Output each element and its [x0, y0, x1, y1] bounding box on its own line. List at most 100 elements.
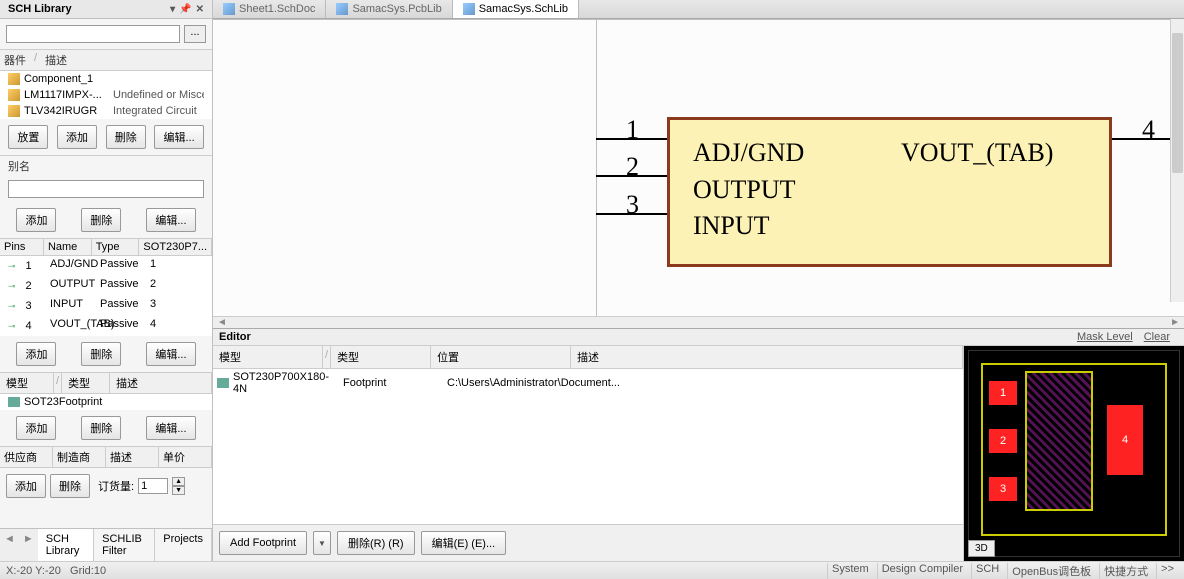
doc-tab-schlib[interactable]: SamacSys.SchLib [453, 0, 579, 18]
pad: 1 [989, 381, 1017, 405]
col-supdesc[interactable]: 描述 [106, 447, 159, 467]
tab-schlib-filter[interactable]: SCHLIB Filter [94, 529, 155, 561]
tab-sch-library[interactable]: SCH Library [38, 529, 94, 561]
tab-projects[interactable]: Projects [155, 529, 212, 561]
pin-add-button[interactable]: 添加 [16, 342, 56, 366]
editor-title: Editor [219, 331, 251, 343]
component-row[interactable]: Component_1 [0, 71, 212, 87]
supplier-add-button[interactable]: 添加 [6, 474, 46, 498]
col-pins[interactable]: Pins [0, 239, 44, 255]
col-component[interactable]: 器件 [4, 52, 26, 68]
editor-delete-button[interactable]: 删除(R) (R) [337, 531, 415, 555]
footprint-icon [217, 378, 229, 388]
col-model[interactable]: 模型 [0, 373, 54, 393]
order-qty-input[interactable] [138, 478, 168, 494]
col-name[interactable]: Name [44, 239, 92, 255]
schematic-canvas[interactable]: 1 ADJ/GND 2 OUTPUT 3 INPUT 4 VOUT_(TAB) [213, 19, 1184, 316]
model-add-button[interactable]: 添加 [16, 416, 56, 440]
hscroll-right-icon[interactable]: ► [1170, 317, 1180, 328]
pin-edit-button[interactable]: 编辑... [146, 342, 195, 366]
board-outline: 1 2 3 4 [981, 363, 1167, 536]
col-type[interactable]: Type [92, 239, 140, 255]
add-button[interactable]: 添加 [57, 125, 97, 149]
pin-row[interactable]: ⊸3INPUTPassive3 [0, 296, 212, 316]
pin-label: INPUT [693, 211, 770, 241]
pin-row[interactable]: ⊸4VOUT_(TAB)Passive4 [0, 316, 212, 336]
hscroll-left-icon[interactable]: ◄ [217, 317, 227, 328]
vertical-scrollbar[interactable] [1170, 19, 1184, 302]
pin-icon: ⊸ [4, 279, 20, 294]
qty-up-icon[interactable]: ▲ [172, 477, 185, 486]
editor-model-row[interactable]: SOT230P700X180-4N Footprint C:\Users\Adm… [213, 369, 963, 397]
doc-tab-pcblib[interactable]: SamacSys.PcbLib [326, 0, 452, 18]
sidebar-tabs: ◄ ► SCH Library SCHLIB Filter Projects [0, 528, 212, 561]
pin-icon: ⊸ [4, 259, 20, 274]
col-price[interactable]: 单价 [159, 447, 212, 467]
mask-level-link[interactable]: Mask Level [1077, 331, 1133, 343]
panel-title-bar: SCH Library ▾ 📌 ✕ [0, 0, 212, 19]
vertical-thumb[interactable] [1172, 33, 1183, 173]
model-delete-button[interactable]: 删除 [81, 416, 121, 440]
add-footprint-dropdown[interactable]: ▼ [313, 531, 331, 555]
document-tabs: Sheet1.SchDoc SamacSys.PcbLib SamacSys.S… [213, 0, 1184, 19]
alias-delete-button[interactable]: 删除 [81, 208, 121, 232]
qty-down-icon[interactable]: ▼ [172, 486, 185, 495]
panel-dropdown-icon[interactable]: ▾ [170, 4, 175, 15]
status-openbus[interactable]: OpenBus调色板 [1007, 563, 1095, 579]
pad: 2 [989, 429, 1017, 453]
col-package[interactable]: SOT230P7... [139, 239, 212, 255]
alias-add-button[interactable]: 添加 [16, 208, 56, 232]
editor-edit-button[interactable]: 编辑(E) (E)... [421, 531, 507, 555]
pin-number: 1 [626, 115, 639, 145]
tab-scroll-left-icon[interactable]: ◄ [0, 529, 19, 561]
pin-number: 2 [626, 152, 639, 182]
status-more[interactable]: >> [1156, 563, 1178, 579]
pin-row[interactable]: ⊸1ADJ/GNDPassive1 [0, 256, 212, 276]
col-ed-location[interactable]: 位置 [431, 346, 571, 368]
pin-delete-button[interactable]: 删除 [81, 342, 121, 366]
model-row[interactable]: SOT23Footprint [0, 394, 212, 410]
col-modeltype[interactable]: 类型 [62, 373, 110, 393]
pin-icon: ⊸ [4, 299, 20, 314]
component-search-input[interactable] [6, 25, 180, 43]
delete-button[interactable]: 删除 [106, 125, 146, 149]
order-qty-label: 订货量: [98, 478, 134, 494]
doc-tab-sheet1[interactable]: Sheet1.SchDoc [213, 0, 326, 18]
status-coords: X:-20 Y:-20 [6, 565, 61, 577]
component-columns: 器件 / 描述 [0, 49, 212, 71]
col-ed-model[interactable]: 模型 [213, 346, 323, 368]
status-shortcuts[interactable]: 快捷方式 [1099, 563, 1152, 579]
col-ed-type[interactable]: 类型 [331, 346, 431, 368]
component-row[interactable]: TLV342IRUGRIntegrated Circuit [0, 103, 212, 119]
status-design-compiler[interactable]: Design Compiler [877, 563, 967, 579]
status-system[interactable]: System [827, 563, 873, 579]
col-ed-desc[interactable]: 描述 [571, 346, 963, 368]
sch-library-panel: SCH Library ▾ 📌 ✕ ... 器件 / 描述 Component_… [0, 0, 213, 561]
editor-columns: 模型/ 类型 位置 描述 [213, 346, 963, 369]
footprint-icon [8, 397, 20, 407]
chevron-down-icon: ▼ [318, 539, 326, 548]
pad: 3 [989, 477, 1017, 501]
component-row[interactable]: LM1117IMPX-...Undefined or Miscellaneous [0, 87, 212, 103]
supplier-delete-button[interactable]: 删除 [50, 474, 90, 498]
panel-close-icon[interactable]: ✕ [196, 4, 204, 15]
panel-pin-icon[interactable]: 📌 [179, 4, 191, 15]
col-modeldesc[interactable]: 描述 [110, 373, 212, 393]
page-fold-vertical [596, 19, 597, 316]
col-supplier[interactable]: 供应商 [0, 447, 53, 467]
model-edit-button[interactable]: 编辑... [146, 416, 195, 440]
footprint-preview[interactable]: 1 2 3 4 3D [964, 346, 1184, 561]
tab-scroll-right-icon[interactable]: ► [19, 529, 38, 561]
place-button[interactable]: 放置 [8, 125, 48, 149]
browse-button[interactable]: ... [184, 25, 206, 43]
clear-link[interactable]: Clear [1144, 331, 1170, 343]
col-description[interactable]: 描述 [45, 52, 67, 68]
view-3d-button[interactable]: 3D [968, 540, 995, 557]
status-sch[interactable]: SCH [971, 563, 1003, 579]
col-mfr[interactable]: 制造商 [53, 447, 106, 467]
add-footprint-button[interactable]: Add Footprint [219, 531, 307, 555]
edit-button[interactable]: 编辑... [154, 125, 203, 149]
alias-input[interactable] [8, 180, 204, 198]
pin-row[interactable]: ⊸2OUTPUTPassive2 [0, 276, 212, 296]
alias-edit-button[interactable]: 编辑... [146, 208, 195, 232]
